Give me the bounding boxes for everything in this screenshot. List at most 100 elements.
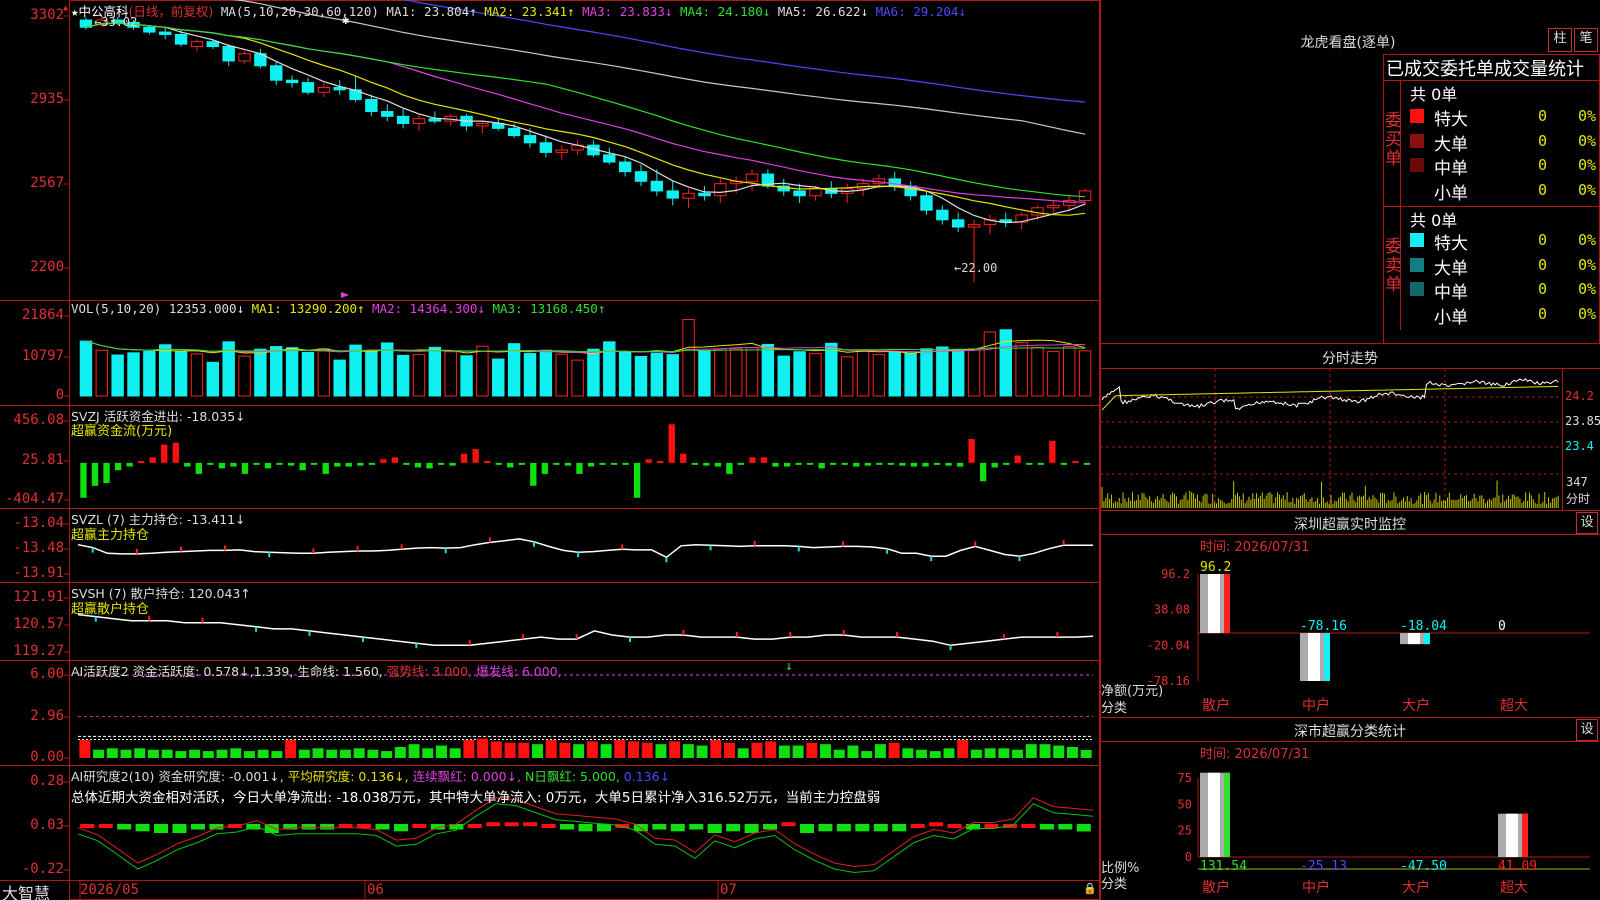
tick-mode-button[interactable]: 笔 [1574, 28, 1598, 52]
low-price-annotation: ←22.00 [954, 261, 998, 275]
volume-bar [650, 352, 664, 397]
svzj-bar [449, 462, 456, 466]
svzj-bar [391, 457, 399, 463]
ai-active-bar [1012, 749, 1024, 758]
order-percent: 0% [1578, 280, 1597, 298]
svzj-bar [714, 462, 722, 467]
lock-icon[interactable]: 🔒 [1083, 882, 1097, 895]
svzj-bar [1003, 462, 1010, 465]
volume-bar [571, 359, 584, 397]
intraday-unit: 分时 [1566, 492, 1591, 506]
price-axis-label: 2567 [30, 175, 64, 191]
ai-active-bar [134, 748, 146, 758]
svzj-bar [380, 459, 387, 463]
legend-item: 爆发线: 6.000, [472, 664, 562, 679]
ai-active-bar [778, 745, 790, 758]
candle-body [793, 190, 806, 197]
svzj-bar [334, 462, 341, 467]
svzj-bar [103, 462, 110, 484]
volume-bar [555, 353, 568, 397]
ai-research-bar [486, 822, 501, 827]
svzj-bar [530, 462, 537, 486]
order-size-label: 大单 [1434, 258, 1468, 279]
volume-bar [238, 355, 251, 397]
volume-bar [270, 346, 283, 397]
color-swatch [1410, 233, 1424, 247]
brand-logo[interactable]: 大智慧 [2, 880, 50, 900]
svzj-axis-label: 456.08 [13, 412, 64, 428]
order-size-label: 特大 [1434, 234, 1468, 254]
favorite-star-icon[interactable]: ★ [71, 4, 79, 19]
volume-bar [825, 342, 838, 397]
classify-chart: 75 50 25 0 131.54 散户 -25.13 中户 -47.50 大户 41.09 超大 [1178, 771, 1590, 896]
price-candles [79, 17, 1092, 283]
legend-item: MA6: 29.204↓ [868, 4, 966, 19]
classify-bar [1498, 813, 1528, 857]
color-swatch [1410, 133, 1424, 148]
ai-active-bar [189, 749, 201, 758]
svzj-bar [207, 462, 214, 465]
ai-active-bar [79, 740, 91, 758]
candle-body [174, 33, 188, 45]
ai-research-bar [172, 824, 187, 834]
ma-line-3 [85, 22, 1086, 203]
classify-category-label: 大户 [1402, 879, 1430, 896]
svzj-bar [345, 462, 352, 467]
candle-body [539, 142, 553, 153]
svzj-bar [414, 462, 422, 468]
order-count: 0 [1538, 304, 1548, 323]
ai-active-bar [161, 749, 173, 758]
svzj-subtitle: 超赢资金流(万元) [71, 424, 173, 439]
svzj-bar [368, 462, 376, 465]
candle-body [301, 82, 315, 93]
candle-body [428, 118, 442, 122]
candle-body [317, 86, 331, 93]
monitor-value-label: -78.16 [1300, 619, 1347, 634]
dragon-tabs[interactable]: 已成交委托单成交量统计 [1386, 55, 1600, 81]
ai-active-bar [353, 748, 365, 758]
svzj-bar [91, 462, 99, 486]
monitor-category-label: 散户 [1202, 697, 1230, 714]
volume-bar [920, 348, 933, 397]
monitor-settings-button[interactable]: 设 [1576, 512, 1598, 534]
svzj-axis-label: 25.81 [21, 452, 64, 468]
scroll-up-icon[interactable]: ▴ [62, 0, 69, 14]
ai-active-bar [586, 741, 598, 758]
order-size-label: 特大 [1434, 110, 1468, 130]
period-label[interactable]: (日线，前复权) [129, 4, 214, 19]
classify-settings-button[interactable]: 设 [1576, 719, 1598, 741]
classify-bar [1200, 772, 1230, 857]
svzj-bar [1026, 462, 1033, 465]
svzj-bar [495, 462, 502, 465]
ai-active-axis-label: 2.96 [30, 708, 64, 724]
volume-bar [523, 353, 537, 397]
ai-active-bar [394, 746, 406, 758]
ai-research-bar [375, 824, 390, 830]
ai-research-bar [984, 824, 999, 828]
order-count: 0 [1538, 107, 1548, 125]
svzj-bar [772, 462, 779, 467]
volume-bar [729, 348, 743, 397]
monitor-bar-edge [1324, 633, 1330, 681]
order-count: 0 [1538, 255, 1548, 274]
bar-mode-button[interactable]: 柱 [1548, 28, 1572, 52]
ai-active-bar [367, 749, 379, 758]
monitor-bar [1400, 633, 1430, 645]
svzj-bar [726, 462, 733, 474]
candle-body [285, 79, 299, 84]
candle-body [222, 46, 235, 62]
monitor-chart: 96.238.08-20.04-78.1696.2散户-78.16中户-18.0… [1147, 560, 1590, 714]
color-swatch [1410, 257, 1424, 272]
classify-bar-highlight [1208, 772, 1220, 857]
ai-active-bar [490, 741, 502, 758]
ai-active-bar [929, 751, 941, 758]
color-swatch [1410, 306, 1424, 321]
candle-body [618, 161, 632, 173]
order-percent: 0% [1578, 304, 1597, 323]
svzj-bar [737, 462, 745, 465]
ai-research-bar [929, 822, 944, 827]
cursor-marker [341, 292, 349, 298]
order-percent: 0% [1578, 156, 1597, 174]
price-axis-label: 2200 [30, 259, 64, 275]
ai-research-bar [873, 824, 888, 832]
